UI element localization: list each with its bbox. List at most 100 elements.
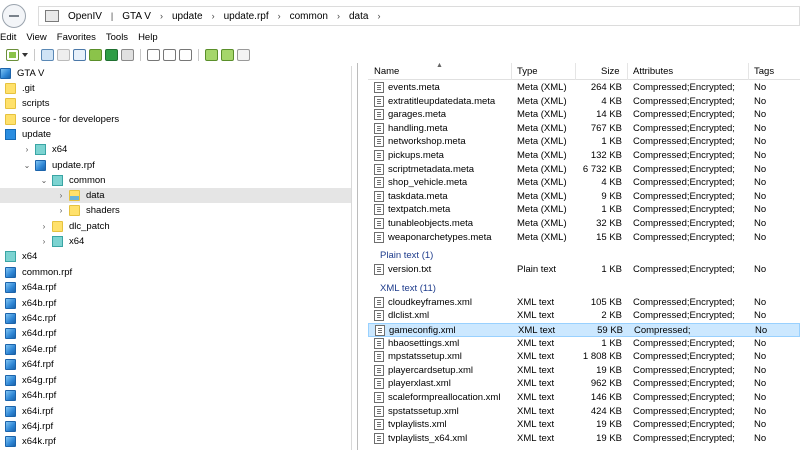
edit-icon[interactable] <box>41 48 54 61</box>
column-tags[interactable]: Tags <box>754 66 774 77</box>
column-attributes[interactable]: Attributes <box>633 66 673 77</box>
tree-item[interactable]: x64e.rpf <box>0 342 351 357</box>
search-next-icon[interactable] <box>163 48 176 61</box>
column-size[interactable]: Size <box>601 66 619 77</box>
menu-view[interactable]: View <box>26 32 46 46</box>
file-row[interactable]: garages.meta Meta (XML) 14 KB Compressed;En… <box>368 108 800 122</box>
tree-item[interactable]: x64k.rpf <box>0 434 351 449</box>
import-icon[interactable] <box>205 48 218 61</box>
breadcrumb-update[interactable]: update <box>167 11 208 22</box>
tree-item[interactable]: › x64 <box>0 234 351 249</box>
breadcrumb-common[interactable]: common <box>285 11 333 22</box>
file-row[interactable]: playercardsetup.xml XML text 19 KB Compress… <box>368 364 800 378</box>
file-row[interactable]: gameconfig.xml XML text 59 KB Compressed; No <box>368 323 800 337</box>
group-header-plain-text[interactable]: Plain text (1) <box>380 250 433 261</box>
file-row[interactable]: tvplaylists_x64.xml XML text 19 KB Compress… <box>368 432 800 446</box>
column-divider[interactable] <box>627 63 628 80</box>
tree-item[interactable]: x64 <box>0 249 351 264</box>
tree-item[interactable]: ⌄ update.rpf <box>0 158 351 173</box>
tree-item[interactable]: GTA V <box>0 66 351 81</box>
file-row[interactable]: hbaosettings.xml XML text 1 KB Compressed;E… <box>368 337 800 351</box>
grid-view-icon[interactable] <box>121 48 134 61</box>
file-row[interactable]: extratitleupdatedata.meta Meta (XML) 4 KB C… <box>368 95 800 109</box>
chevron-right-icon[interactable]: › <box>56 206 66 215</box>
menu-help[interactable]: Help <box>138 32 158 46</box>
tree-item[interactable]: .git <box>0 81 351 96</box>
tree-item[interactable]: x64f.rpf <box>0 357 351 372</box>
chevron-down-icon[interactable]: ⌄ <box>22 161 32 170</box>
tree-item[interactable]: x64h.rpf <box>0 388 351 403</box>
file-row[interactable]: scriptmetadata.meta Meta (XML) 6 732 KB Com… <box>368 163 800 177</box>
tree-item[interactable]: › data <box>0 188 351 203</box>
breadcrumb[interactable]: OpenIV | GTA V › update › update.rpf › c… <box>38 6 800 26</box>
chevron-right-icon[interactable]: › <box>39 237 49 246</box>
file-row[interactable]: networkshop.meta Meta (XML) 1 KB Compressed… <box>368 135 800 149</box>
tree-item[interactable]: x64a.rpf <box>0 280 351 295</box>
group-header-xml-text[interactable]: XML text (11) <box>380 283 436 294</box>
openiv-home-icon[interactable] <box>45 10 59 22</box>
chevron-right-icon[interactable]: › <box>39 222 49 231</box>
file-row[interactable]: pickups.meta Meta (XML) 132 KB Compressed;E… <box>368 149 800 163</box>
tree-item[interactable]: x64c.rpf <box>0 311 351 326</box>
breadcrumb-openiv[interactable]: OpenIV <box>63 11 107 22</box>
file-row[interactable]: taskdata.meta Meta (XML) 9 KB Compressed;En… <box>368 190 800 204</box>
search-icon[interactable] <box>147 48 160 61</box>
tree-item[interactable]: update <box>0 127 351 142</box>
tree-item[interactable]: x64i.rpf <box>0 404 351 419</box>
menu-edit[interactable]: Edit <box>0 32 16 46</box>
new-file-icon[interactable] <box>6 48 19 61</box>
chevron-right-icon[interactable]: › <box>156 11 167 21</box>
properties-icon[interactable] <box>179 48 192 61</box>
chevron-right-icon[interactable]: › <box>274 11 285 21</box>
breadcrumb-data[interactable]: data <box>344 11 373 22</box>
tree-item[interactable]: › dlc_patch <box>0 219 351 234</box>
tree-item[interactable]: › x64 <box>0 142 351 157</box>
column-type[interactable]: Type <box>517 66 538 77</box>
tree-item[interactable]: common.rpf <box>0 265 351 280</box>
file-row[interactable]: mpstatssetup.xml XML text 1 808 KB Compress… <box>368 350 800 364</box>
file-row[interactable]: scaleformpreallocation.xml XML text 146 KB… <box>368 391 800 405</box>
column-divider[interactable] <box>748 63 749 80</box>
back-button[interactable] <box>2 4 26 28</box>
file-row[interactable]: version.txt Plain text 1 KB Compressed;Encr… <box>368 263 800 277</box>
menu-favorites[interactable]: Favorites <box>57 32 96 46</box>
breadcrumb-update-rpf[interactable]: update.rpf <box>219 11 274 22</box>
file-row[interactable]: playerxlast.xml XML text 962 KB Compressed;… <box>368 377 800 391</box>
column-name[interactable]: Name <box>374 66 399 77</box>
chevron-right-icon[interactable]: › <box>373 11 384 21</box>
play-icon[interactable] <box>105 48 118 61</box>
tree-item[interactable]: x64b.rpf <box>0 296 351 311</box>
file-row[interactable]: textpatch.meta Meta (XML) 1 KB Compressed;E… <box>368 203 800 217</box>
dropdown-arrow-icon[interactable] <box>22 52 28 57</box>
chevron-down-icon[interactable]: ⌄ <box>39 176 49 185</box>
breadcrumb-gta-v[interactable]: GTA V <box>117 11 156 22</box>
menu-tools[interactable]: Tools <box>106 32 128 46</box>
chevron-right-icon[interactable]: › <box>333 11 344 21</box>
file-row[interactable]: dlclist.xml XML text 2 KB Compressed;Encryp… <box>368 309 800 323</box>
column-divider[interactable] <box>575 63 576 80</box>
tree-view-icon[interactable] <box>89 48 102 61</box>
file-row[interactable]: tunableobjects.meta Meta (XML) 32 KB Compre… <box>368 217 800 231</box>
tree-item[interactable]: x64g.rpf <box>0 373 351 388</box>
tree-item[interactable]: scripts <box>0 96 351 111</box>
tree-item[interactable]: x64d.rpf <box>0 326 351 341</box>
chevron-right-icon[interactable]: › <box>208 11 219 21</box>
file-row[interactable]: handling.meta Meta (XML) 767 KB Compressed;… <box>368 122 800 136</box>
cut-icon[interactable] <box>57 48 70 61</box>
export-icon[interactable] <box>237 48 250 61</box>
file-row[interactable]: weaponarchetypes.meta Meta (XML) 15 KB Comp… <box>368 231 800 245</box>
file-row[interactable]: events.meta Meta (XML) 264 KB Compressed;En… <box>368 81 800 95</box>
tree-item[interactable]: › shaders <box>0 203 351 218</box>
chevron-right-icon[interactable]: › <box>22 145 32 154</box>
check-icon[interactable] <box>73 48 86 61</box>
replace-icon[interactable] <box>221 48 234 61</box>
chevron-right-icon[interactable]: › <box>56 191 66 200</box>
tree-item[interactable]: x64j.rpf <box>0 419 351 434</box>
file-row[interactable]: spstatssetup.xml XML text 424 KB Compressed… <box>368 405 800 419</box>
file-row[interactable]: cloudkeyframes.xml XML text 105 KB Compress… <box>368 296 800 310</box>
chevron-right-icon[interactable]: | <box>107 11 117 21</box>
column-divider[interactable] <box>511 63 512 80</box>
panel-splitter[interactable] <box>357 63 358 450</box>
file-row[interactable]: shop_vehicle.meta Meta (XML) 4 KB Compresse… <box>368 176 800 190</box>
file-row[interactable]: tvplaylists.xml XML text 19 KB Compressed;E… <box>368 418 800 432</box>
